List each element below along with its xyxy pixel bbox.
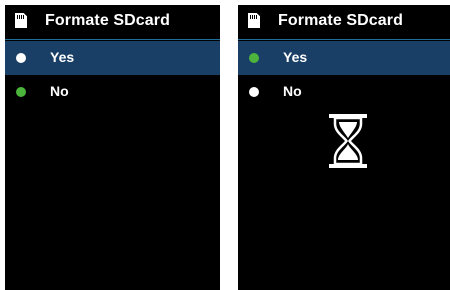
menu-item-label: Yes xyxy=(50,49,75,65)
title-bar: Formate SDcard xyxy=(5,5,220,40)
sd-card-icon xyxy=(248,13,260,28)
menu-item-no[interactable]: No xyxy=(238,75,450,109)
screen-title: Formate SDcard xyxy=(278,12,403,29)
menu-item-no[interactable]: No xyxy=(5,75,220,109)
bullet-icon xyxy=(249,87,259,97)
screen-title: Formate SDcard xyxy=(45,12,170,29)
device-screen-right: Formate SDcard Yes No xyxy=(238,5,450,290)
hourglass-icon xyxy=(329,114,367,168)
menu-item-yes[interactable]: Yes xyxy=(238,41,450,75)
menu-item-label: No xyxy=(283,83,302,99)
bullet-icon xyxy=(16,53,26,63)
menu-item-yes[interactable]: Yes xyxy=(5,41,220,75)
bullet-icon xyxy=(16,87,26,97)
sd-card-icon xyxy=(15,13,27,28)
device-screen-left: Formate SDcard Yes No xyxy=(5,5,220,290)
title-bar: Formate SDcard xyxy=(238,5,450,40)
menu-item-label: No xyxy=(50,83,69,99)
bullet-icon xyxy=(249,53,259,63)
menu-item-label: Yes xyxy=(283,49,308,65)
